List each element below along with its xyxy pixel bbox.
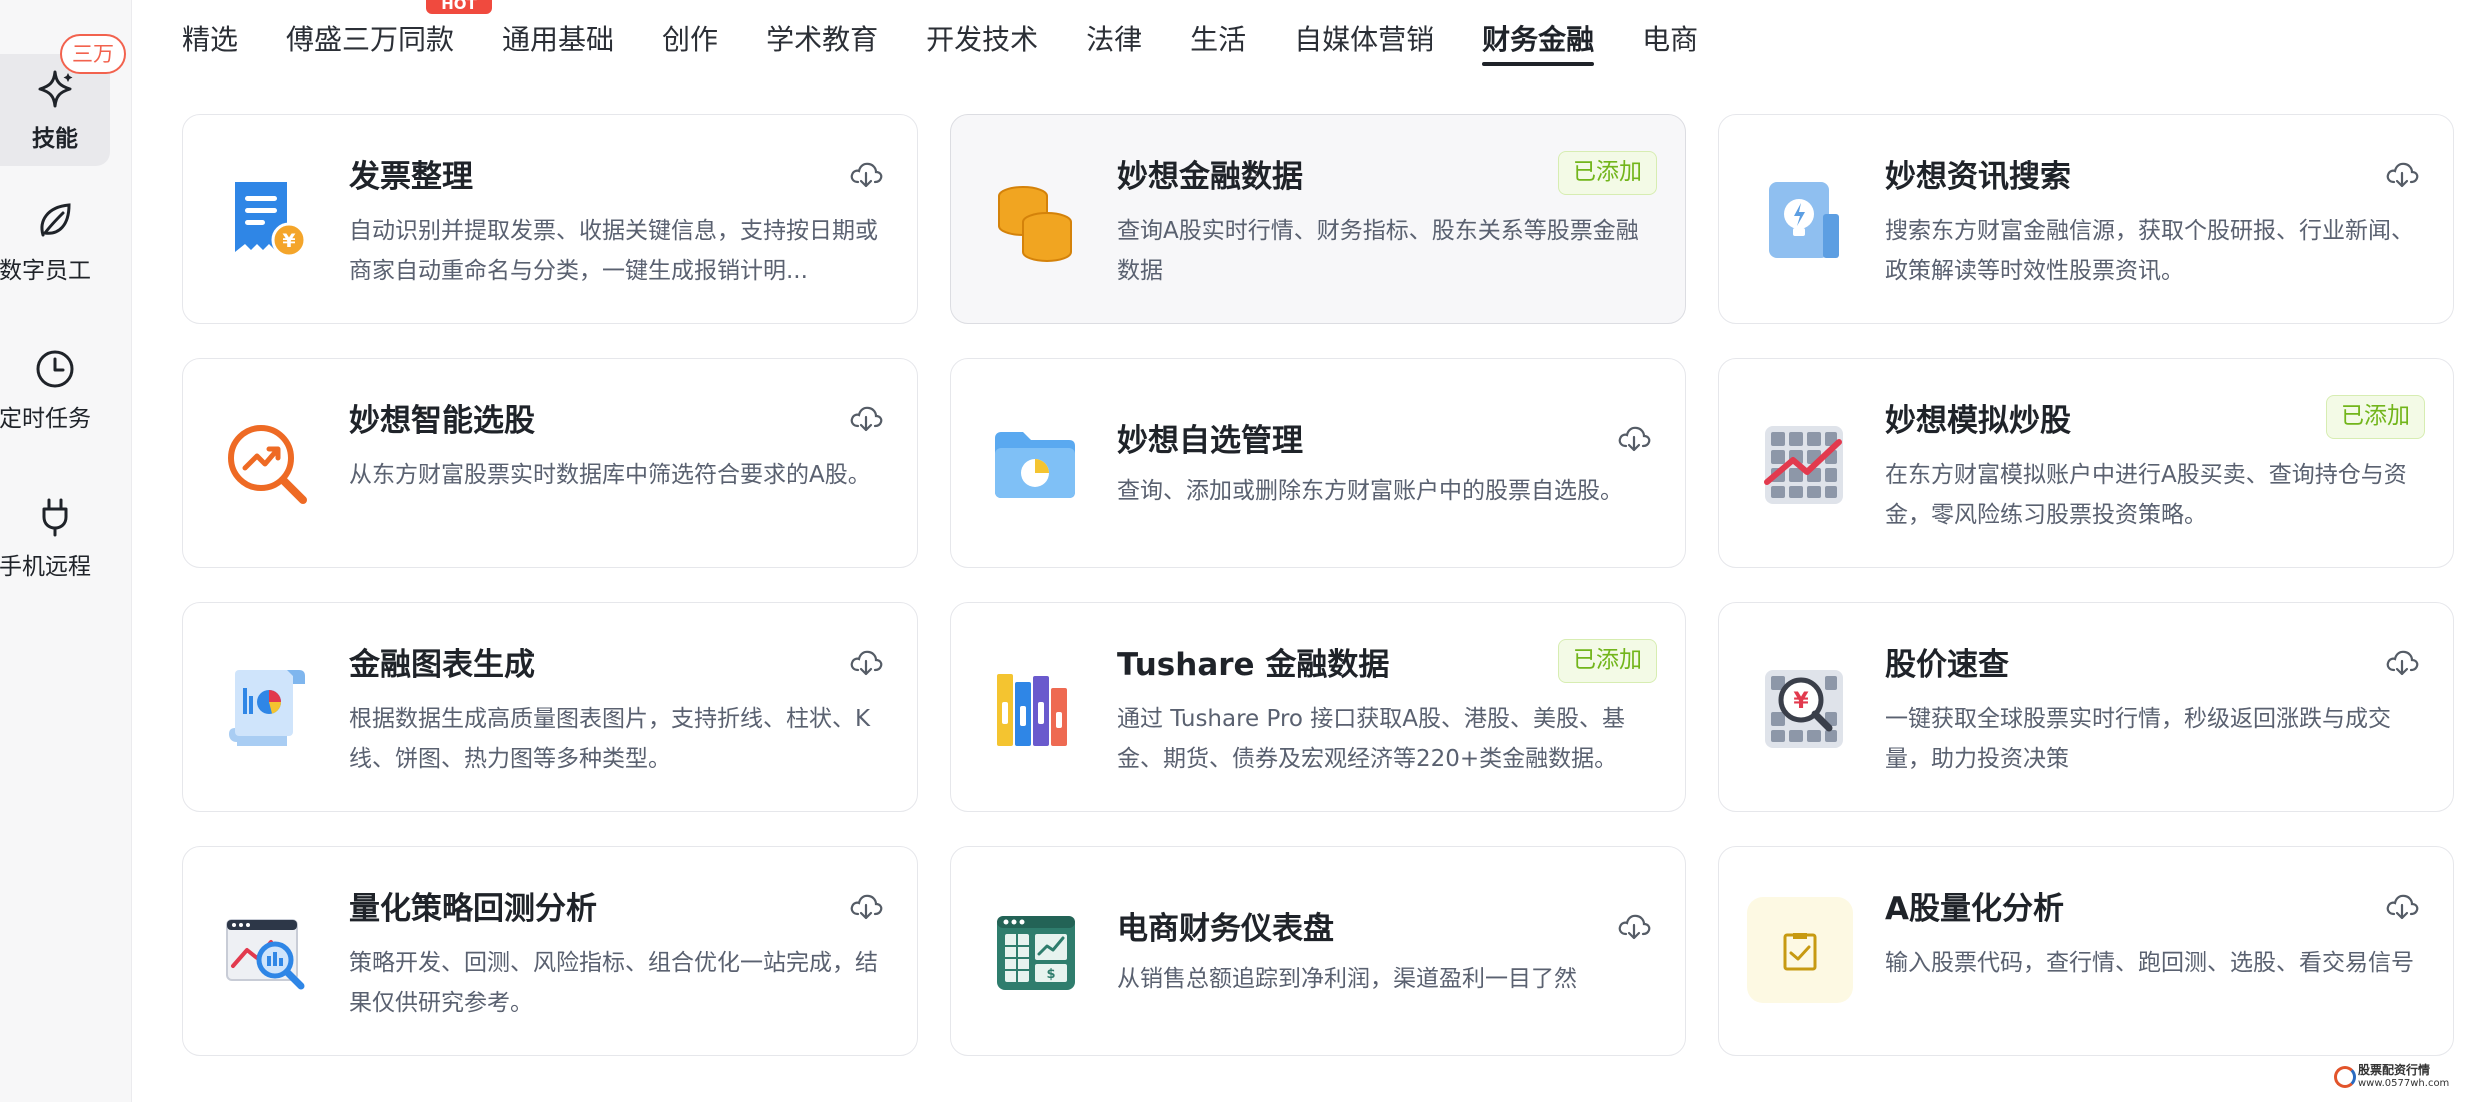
folder-chart-icon <box>987 416 1083 512</box>
tab-label: 傅盛三万同款 <box>286 23 455 56</box>
sparkle-icon <box>38 70 73 108</box>
sidebar-skill-badge: 三万 <box>60 34 126 74</box>
added-badge: 已添加 <box>1558 639 1657 683</box>
tab-life[interactable]: 生活 <box>1190 0 1246 70</box>
card-description: 从东方财富股票实时数据库中筛选符合要求的A股。 <box>349 462 871 488</box>
card-title: 股价速查 <box>1885 647 2009 683</box>
card-title: 妙想金融数据 <box>1117 159 1303 195</box>
sidebar-item-scheduled-tasks[interactable]: 定时任务 <box>0 334 110 446</box>
books-icon <box>987 660 1083 756</box>
skill-card[interactable]: 妙想模拟炒股 在东方财富模拟账户中进行A股买卖、查询持仓与资金，零风险练习股票投… <box>1718 358 2454 568</box>
skill-card[interactable]: ¥ 发票整理 自动识别并提取发票、收据关键信息，支持按日期或商家自动重命名与分类… <box>182 114 918 324</box>
card-title: 金融图表生成 <box>349 647 535 683</box>
tab-featured[interactable]: 精选 <box>182 0 238 70</box>
card-title: 电商财务仪表盘 <box>1117 911 1334 947</box>
checklist-icon <box>1747 897 1853 1003</box>
tab-finance[interactable]: 财务金融 <box>1482 0 1595 70</box>
card-description: 查询、添加或删除东方财富账户中的股票自选股。 <box>1117 478 1623 504</box>
watermark-line2: www.0577wh.com <box>2358 1078 2450 1089</box>
trend-magnifier-icon <box>219 416 315 512</box>
category-tabs: 精选 傅盛三万同款 HOT 通用基础 创作 学术教育 开发技术 法律 生活 自媒… <box>182 0 1698 70</box>
tab-ecommerce[interactable]: 电商 <box>1642 0 1698 70</box>
svg-text:$: $ <box>1046 967 1055 982</box>
card-description: 在东方财富模拟账户中进行A股买卖、查询持仓与资金，零风险练习股票投资策略。 <box>1885 462 2407 528</box>
card-description: 根据数据生成高质量图表图片，支持折线、柱状、K线、饼图、热力图等多种类型。 <box>349 706 871 772</box>
watermark-logo-icon <box>2334 1066 2356 1088</box>
scroll-chart-icon <box>219 660 315 756</box>
lightbulb-card-icon <box>1755 172 1851 268</box>
cloud-download-icon[interactable] <box>849 889 883 923</box>
cloud-download-icon[interactable] <box>849 645 883 679</box>
hot-badge: HOT <box>426 0 493 14</box>
skill-card[interactable]: 妙想自选管理 查询、添加或删除东方财富账户中的股票自选股。 <box>950 358 1686 568</box>
cloud-download-icon[interactable] <box>1617 421 1651 455</box>
card-title: 发票整理 <box>349 159 473 195</box>
tab-general[interactable]: 通用基础 <box>502 0 614 70</box>
skill-card[interactable]: 金融图表生成 根据数据生成高质量图表图片，支持折线、柱状、K线、饼图、热力图等多… <box>182 602 918 812</box>
sidebar: 技能 三万 数字员工 定时任务 手机远程 <box>0 0 132 1102</box>
watermark: 股票配资行情 www.0577wh.com <box>2334 1063 2450 1090</box>
dashboard-icon: $ <box>987 904 1083 1000</box>
sidebar-item-phone-remote[interactable]: 手机远程 <box>0 482 110 594</box>
leaf-icon <box>40 203 71 237</box>
card-description: 一键获取全球股票实时行情，秒级返回涨跌与成交量，助力投资决策 <box>1885 706 2391 772</box>
sidebar-item-label: 数字员工 <box>0 258 91 284</box>
svg-text:¥: ¥ <box>1793 689 1809 714</box>
cloud-download-icon[interactable] <box>849 401 883 435</box>
skill-card[interactable]: 妙想资讯搜索 搜索东方财富金融信源，获取个股研报、行业新闻、政策解读等时效性股票… <box>1718 114 2454 324</box>
card-description: 通过 Tushare Pro 接口获取A股、港股、美股、基金、期货、债券及宏观经… <box>1117 706 1626 772</box>
invoice-icon: ¥ <box>219 172 315 268</box>
card-title: 妙想模拟炒股 <box>1885 403 2071 439</box>
skill-card[interactable]: 量化策略回测分析 策略开发、回测、风险指标、组合优化一站完成，结果仅供研究参考。 <box>182 846 918 1056</box>
skill-card[interactable]: Tushare 金融数据 通过 Tushare Pro 接口获取A股、港股、美股… <box>950 602 1686 812</box>
card-description: 搜索东方财富金融信源，获取个股研报、行业新闻、政策解读等时效性股票资讯。 <box>1885 218 2414 284</box>
watermark-line1: 股票配资行情 <box>2358 1063 2431 1077</box>
yuan-magnifier-icon: ¥ <box>1755 660 1851 756</box>
card-title: 妙想智能选股 <box>349 403 535 439</box>
card-description: 策略开发、回测、风险指标、组合优化一站完成，结果仅供研究参考。 <box>349 950 878 1016</box>
plug-icon <box>42 498 68 537</box>
skill-card[interactable]: 妙想金融数据 查询A股实时行情、财务指标、股东关系等股票金融数据 已添加 <box>950 114 1686 324</box>
sidebar-item-label: 技能 <box>32 126 78 152</box>
card-title: 妙想资讯搜索 <box>1885 159 2071 195</box>
cloud-download-icon[interactable] <box>2385 889 2419 923</box>
card-title: 妙想自选管理 <box>1117 423 1303 459</box>
card-title: A股量化分析 <box>1885 891 2064 927</box>
cloud-download-icon[interactable] <box>1617 909 1651 943</box>
sidebar-item-label: 手机远程 <box>0 554 91 580</box>
card-description: 自动识别并提取发票、收据关键信息，支持按日期或商家自动重命名与分类，一键生成报销… <box>349 218 878 284</box>
coins-icon <box>987 172 1083 268</box>
added-badge: 已添加 <box>2326 395 2425 439</box>
cloud-download-icon[interactable] <box>849 157 883 191</box>
skill-card[interactable]: ¥ 股价速查 一键获取全球股票实时行情，秒级返回涨跌与成交量，助力投资决策 <box>1718 602 2454 812</box>
skill-card[interactable]: 妙想智能选股 从东方财富股票实时数据库中筛选符合要求的A股。 <box>182 358 918 568</box>
tab-academic[interactable]: 学术教育 <box>766 0 878 70</box>
card-title: Tushare 金融数据 <box>1117 647 1390 683</box>
tab-law[interactable]: 法律 <box>1086 0 1142 70</box>
tab-creation[interactable]: 创作 <box>662 0 718 70</box>
sidebar-item-digital-staff[interactable]: 数字员工 <box>0 186 110 298</box>
grid-chart-icon <box>1755 416 1851 512</box>
tab-media-marketing[interactable]: 自媒体营销 <box>1294 0 1434 70</box>
backtest-icon <box>219 904 315 1000</box>
card-description: 从销售总额追踪到净利润，渠道盈利一目了然 <box>1117 966 1577 992</box>
cloud-download-icon[interactable] <box>2385 157 2419 191</box>
card-description: 查询A股实时行情、财务指标、股东关系等股票金融数据 <box>1117 218 1639 284</box>
clock-icon <box>36 350 74 388</box>
tab-development[interactable]: 开发技术 <box>926 0 1038 70</box>
card-title: 量化策略回测分析 <box>349 891 597 927</box>
svg-text:¥: ¥ <box>282 230 295 252</box>
cloud-download-icon[interactable] <box>2385 645 2419 679</box>
skill-card[interactable]: A股量化分析 输入股票代码，查行情、跑回测、选股、看交易信号 <box>1718 846 2454 1056</box>
sidebar-item-label: 定时任务 <box>0 406 91 432</box>
tab-fusheng-same[interactable]: 傅盛三万同款 HOT <box>286 0 493 70</box>
card-description: 输入股票代码，查行情、跑回测、选股、看交易信号 <box>1885 950 2414 976</box>
added-badge: 已添加 <box>1558 151 1657 195</box>
skill-card[interactable]: $ 电商财务仪表盘 从销售总额追踪到净利润，渠道盈利一目了然 <box>950 846 1686 1056</box>
